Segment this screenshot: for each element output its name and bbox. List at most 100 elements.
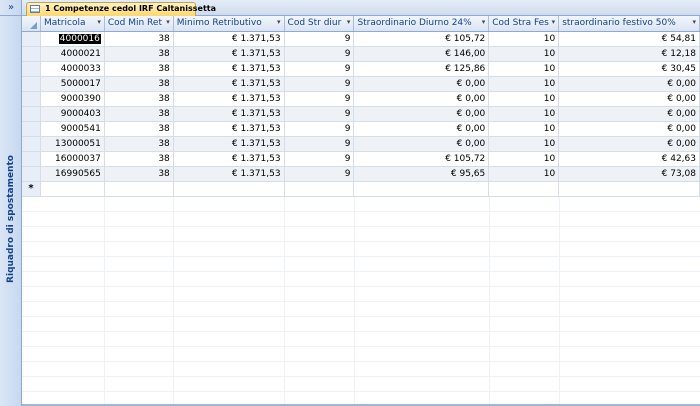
cell-cod-min-ret[interactable]: 38 xyxy=(104,31,174,47)
cell-cod-stra-fes[interactable]: 10 xyxy=(488,166,560,182)
dropdown-arrow-icon[interactable]: ▾ xyxy=(552,18,556,26)
cell-straordinario-festivo[interactable]: € 73,08 xyxy=(558,166,700,182)
column-header-cod-str-diur[interactable]: Cod Str diur ▾ xyxy=(284,16,355,32)
cell-straordinario-diurno[interactable]: € 105,72 xyxy=(353,151,490,167)
cell-minimo-retributivo[interactable]: € 1.371,53 xyxy=(173,76,285,92)
new-cell-minimo-retributivo[interactable] xyxy=(173,181,285,197)
new-cell-cod-str-diur[interactable] xyxy=(284,181,355,197)
dropdown-arrow-icon[interactable]: ▾ xyxy=(97,18,101,26)
column-header-cod-stra-fes[interactable]: Cod Stra Fes ▾ xyxy=(488,16,560,32)
row-selector[interactable] xyxy=(22,76,41,92)
dropdown-arrow-icon[interactable]: ▾ xyxy=(692,18,696,26)
column-header-cod-min-ret[interactable]: Cod Min Ret ▾ xyxy=(104,16,174,32)
cell-straordinario-festivo[interactable]: € 0,00 xyxy=(558,76,700,92)
cell-minimo-retributivo[interactable]: € 1.371,53 xyxy=(173,166,285,182)
cell-cod-min-ret[interactable]: 38 xyxy=(104,166,174,182)
cell-cod-str-diur[interactable]: 9 xyxy=(284,166,355,182)
cell-cod-stra-fes[interactable]: 10 xyxy=(488,76,560,92)
cell-matricola[interactable]: 16000037 xyxy=(40,151,105,167)
cell-cod-str-diur[interactable]: 9 xyxy=(284,46,355,62)
nav-pane-toggle-button[interactable]: » xyxy=(0,0,22,16)
row-selector[interactable] xyxy=(22,46,41,62)
new-cell-straordinario-diurno[interactable] xyxy=(353,181,490,197)
cell-straordinario-festivo[interactable]: € 0,00 xyxy=(558,91,700,107)
cell-cod-stra-fes[interactable]: 10 xyxy=(488,31,560,47)
cell-cod-min-ret[interactable]: 38 xyxy=(104,76,174,92)
cell-straordinario-diurno[interactable]: € 105,72 xyxy=(353,31,490,47)
cell-minimo-retributivo[interactable]: € 1.371,53 xyxy=(173,31,285,47)
column-header-matricola[interactable]: Matricola ▾ xyxy=(40,16,105,32)
cell-matricola[interactable]: 4000033 xyxy=(40,61,105,77)
dropdown-arrow-icon[interactable]: ▾ xyxy=(482,18,486,26)
cell-cod-str-diur[interactable]: 9 xyxy=(284,61,355,77)
cell-matricola[interactable]: 9000403 xyxy=(40,106,105,122)
cell-straordinario-diurno[interactable]: € 0,00 xyxy=(353,121,490,137)
cell-matricola[interactable]: 4000021 xyxy=(40,46,105,62)
cell-cod-str-diur[interactable]: 9 xyxy=(284,136,355,152)
new-cell-matricola[interactable] xyxy=(40,181,105,197)
dropdown-arrow-icon[interactable]: ▾ xyxy=(347,18,351,26)
new-record-row[interactable]: * xyxy=(22,181,700,197)
tab-competenze-cedol[interactable]: 1 Competenze cedol IRF Caltanissetta xyxy=(26,2,216,16)
new-cell-cod-stra-fes[interactable] xyxy=(488,181,560,197)
cell-matricola[interactable]: 9000541 xyxy=(40,121,105,137)
cell-straordinario-diurno[interactable]: € 0,00 xyxy=(353,106,490,122)
cell-cod-min-ret[interactable]: 38 xyxy=(104,61,174,77)
cell-straordinario-diurno[interactable]: € 95,65 xyxy=(353,166,490,182)
cell-minimo-retributivo[interactable]: € 1.371,53 xyxy=(173,61,285,77)
cell-straordinario-festivo[interactable]: € 42,63 xyxy=(558,151,700,167)
new-cell-cod-min-ret[interactable] xyxy=(104,181,174,197)
cell-cod-str-diur[interactable]: 9 xyxy=(284,76,355,92)
datasheet-grid[interactable]: Matricola ▾ Cod Min Ret ▾ Minimo Retributi… xyxy=(22,16,700,406)
cell-straordinario-festivo[interactable]: € 54,81 xyxy=(558,31,700,47)
column-header-straordinario-diurno[interactable]: Straordinario Diurno 24% ▾ xyxy=(353,16,490,32)
cell-straordinario-festivo[interactable]: € 0,00 xyxy=(558,121,700,137)
cell-matricola[interactable]: 9000390 xyxy=(40,91,105,107)
cell-straordinario-festivo[interactable]: € 30,45 xyxy=(558,61,700,77)
cell-minimo-retributivo[interactable]: € 1.371,53 xyxy=(173,151,285,167)
row-selector[interactable] xyxy=(22,61,41,77)
cell-minimo-retributivo[interactable]: € 1.371,53 xyxy=(173,106,285,122)
new-cell-straordinario-festivo[interactable] xyxy=(558,181,700,197)
cell-cod-str-diur[interactable]: 9 xyxy=(284,151,355,167)
row-selector[interactable] xyxy=(22,121,41,137)
row-selector[interactable] xyxy=(22,106,41,122)
cell-cod-min-ret[interactable]: 38 xyxy=(104,91,174,107)
cell-minimo-retributivo[interactable]: € 1.371,53 xyxy=(173,121,285,137)
cell-straordinario-festivo[interactable]: € 0,00 xyxy=(558,136,700,152)
cell-straordinario-diurno[interactable]: € 125,86 xyxy=(353,61,490,77)
cell-straordinario-diurno[interactable]: € 0,00 xyxy=(353,91,490,107)
cell-cod-min-ret[interactable]: 38 xyxy=(104,121,174,137)
cell-minimo-retributivo[interactable]: € 1.371,53 xyxy=(173,91,285,107)
cell-cod-min-ret[interactable]: 38 xyxy=(104,136,174,152)
cell-straordinario-festivo[interactable]: € 0,00 xyxy=(558,106,700,122)
cell-minimo-retributivo[interactable]: € 1.371,53 xyxy=(173,136,285,152)
cell-cod-str-diur[interactable]: 9 xyxy=(284,31,355,47)
cell-matricola[interactable]: 16990565 xyxy=(40,166,105,182)
cell-cod-min-ret[interactable]: 38 xyxy=(104,106,174,122)
cell-cod-str-diur[interactable]: 9 xyxy=(284,121,355,137)
dropdown-arrow-icon[interactable]: ▾ xyxy=(166,18,170,26)
cell-straordinario-festivo[interactable]: € 12,18 xyxy=(558,46,700,62)
cell-cod-stra-fes[interactable]: 10 xyxy=(488,151,560,167)
cell-cod-stra-fes[interactable]: 10 xyxy=(488,106,560,122)
cell-straordinario-diurno[interactable]: € 0,00 xyxy=(353,136,490,152)
cell-straordinario-diurno[interactable]: € 0,00 xyxy=(353,76,490,92)
cell-cod-stra-fes[interactable]: 10 xyxy=(488,136,560,152)
column-header-minimo-retributivo[interactable]: Minimo Retributivo ▾ xyxy=(173,16,285,32)
nav-pane-title[interactable]: Riquadro di spostamento xyxy=(3,155,19,283)
cell-matricola[interactable]: 4000016 xyxy=(40,31,105,47)
cell-cod-stra-fes[interactable]: 10 xyxy=(488,91,560,107)
row-selector[interactable] xyxy=(22,31,41,47)
cell-matricola[interactable]: 5000017 xyxy=(40,76,105,92)
cell-straordinario-diurno[interactable]: € 146,00 xyxy=(353,46,490,62)
cell-minimo-retributivo[interactable]: € 1.371,53 xyxy=(173,46,285,62)
cell-cod-str-diur[interactable]: 9 xyxy=(284,91,355,107)
row-selector[interactable] xyxy=(22,136,41,152)
row-selector[interactable] xyxy=(22,151,41,167)
select-all-button[interactable] xyxy=(22,16,41,32)
cell-cod-min-ret[interactable]: 38 xyxy=(104,151,174,167)
cell-cod-stra-fes[interactable]: 10 xyxy=(488,46,560,62)
column-header-straordinario-festivo[interactable]: straordinario festivo 50% ▾ xyxy=(558,16,700,32)
cell-cod-stra-fes[interactable]: 10 xyxy=(488,61,560,77)
